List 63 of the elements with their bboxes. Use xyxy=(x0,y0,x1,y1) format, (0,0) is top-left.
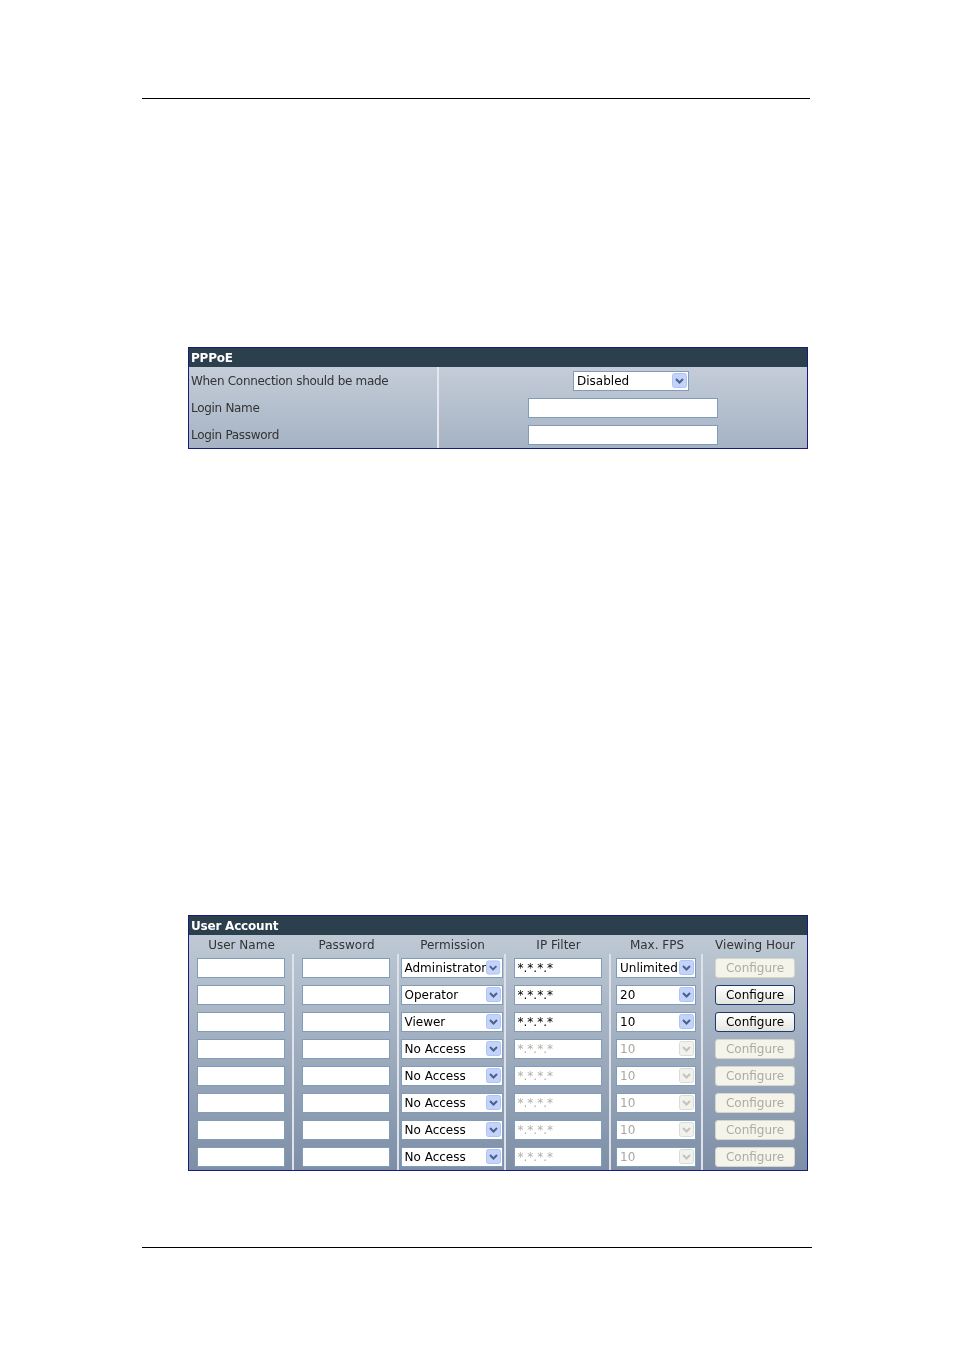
column-header: Permission xyxy=(420,937,485,952)
caret-icon xyxy=(679,960,694,975)
max-fps-dropdown[interactable]: 20 xyxy=(616,984,696,1005)
panel-title: PPPoE xyxy=(189,348,807,367)
permission-dropdown[interactable]: No Access xyxy=(400,1119,503,1140)
caret-icon xyxy=(679,1122,694,1137)
caret-icon xyxy=(485,1095,501,1110)
password-field[interactable] xyxy=(301,1011,390,1032)
user-name-field[interactable] xyxy=(196,1065,285,1086)
column-header: User Name xyxy=(208,937,275,952)
user-name-field[interactable] xyxy=(196,1146,285,1167)
password-field[interactable] xyxy=(301,1119,390,1140)
caret-icon xyxy=(679,1068,694,1083)
ip-filter-field[interactable]: *.*.*.* xyxy=(513,984,602,1005)
caret-icon xyxy=(672,373,687,388)
connection-dropdown[interactable]: Disabled xyxy=(573,370,689,391)
permission-dropdown[interactable]: No Access xyxy=(400,1038,503,1059)
user-name-field[interactable] xyxy=(196,1092,285,1113)
input-field[interactable] xyxy=(528,397,718,418)
user-name-field[interactable] xyxy=(196,1119,285,1140)
permission-dropdown[interactable]: No Access xyxy=(400,1092,503,1113)
caret-icon xyxy=(679,1095,694,1110)
column-header: IP Filter xyxy=(536,937,581,952)
field-label: When Connection should be made xyxy=(191,373,389,388)
ip-filter-field[interactable]: *.*.*.* xyxy=(513,957,602,978)
configure-button[interactable]: Configure xyxy=(715,1011,795,1032)
column-header: Password xyxy=(318,937,375,952)
password-field[interactable] xyxy=(301,1065,390,1086)
column-header: Viewing Hour xyxy=(715,937,795,952)
max-fps-dropdown[interactable]: Unlimited xyxy=(616,957,696,978)
field-label: Login Name xyxy=(191,400,260,415)
password-field[interactable] xyxy=(301,957,390,978)
caret-icon xyxy=(485,1122,501,1137)
caret-icon xyxy=(485,1068,501,1083)
caret-icon xyxy=(485,987,501,1002)
password-field[interactable] xyxy=(301,1092,390,1113)
field-label: Login Password xyxy=(191,427,280,442)
permission-dropdown[interactable]: Administrator xyxy=(400,957,503,978)
user-name-field[interactable] xyxy=(196,984,285,1005)
input-field[interactable] xyxy=(528,424,718,445)
permission-dropdown[interactable]: No Access xyxy=(400,1065,503,1086)
permission-dropdown[interactable]: No Access xyxy=(400,1146,503,1167)
configure-button[interactable]: Configure xyxy=(715,984,795,1005)
user-name-field[interactable] xyxy=(196,957,285,978)
ip-filter-field[interactable]: *.*.*.* xyxy=(513,1011,602,1032)
panel-title: User Account xyxy=(189,916,807,935)
caret-icon xyxy=(679,1041,694,1056)
user-name-field[interactable] xyxy=(196,1038,285,1059)
caret-icon xyxy=(679,1149,694,1164)
password-field[interactable] xyxy=(301,1146,390,1167)
column-header: Max. FPS xyxy=(629,937,685,952)
caret-icon xyxy=(485,1149,501,1164)
password-field[interactable] xyxy=(301,1038,390,1059)
user-name-field[interactable] xyxy=(196,1011,285,1032)
password-field[interactable] xyxy=(301,984,390,1005)
permission-dropdown[interactable]: Operator xyxy=(400,984,503,1005)
caret-icon xyxy=(679,1014,694,1029)
max-fps-dropdown[interactable]: 10 xyxy=(616,1011,696,1032)
caret-icon xyxy=(679,987,694,1002)
caret-icon xyxy=(485,1014,501,1029)
caret-icon xyxy=(486,960,501,975)
permission-dropdown[interactable]: Viewer xyxy=(400,1011,503,1032)
caret-icon xyxy=(485,1041,501,1056)
